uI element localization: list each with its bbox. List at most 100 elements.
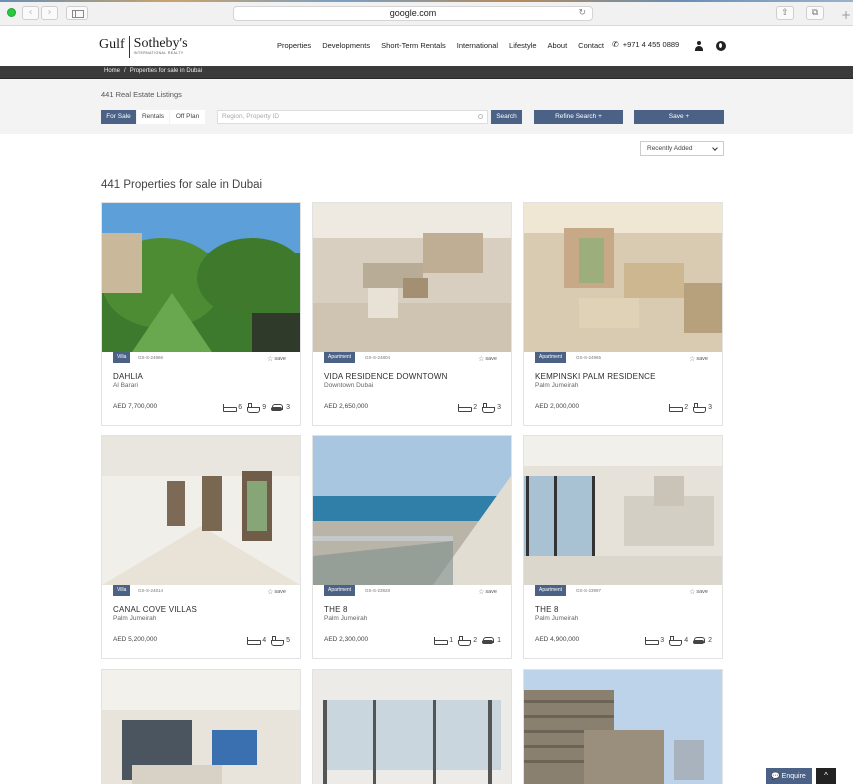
search-input[interactable]: Region, Property ID: [217, 110, 488, 124]
property-photo[interactable]: [102, 203, 300, 352]
listings-count: 441 Real Estate Listings: [101, 90, 182, 99]
parking-feature: 3: [271, 403, 290, 411]
chevron-down-icon: [712, 145, 718, 151]
listing-features: 23: [669, 403, 712, 413]
listing-card-partial[interactable]: [523, 669, 723, 784]
listing-features: 3 4 2: [645, 636, 712, 646]
nav-developments[interactable]: Developments: [322, 41, 370, 50]
sort-selected: Recently Added: [647, 145, 693, 152]
nav-about[interactable]: About: [548, 41, 568, 50]
listing-title[interactable]: CANAL COVE VILLAS: [113, 605, 197, 614]
baths-count: 3: [708, 403, 712, 411]
logo[interactable]: Gulf Sotheby's INTERNATIONAL REALTY: [99, 36, 188, 58]
nav-contact[interactable]: Contact: [578, 41, 604, 50]
beds-feature: 2: [669, 403, 688, 412]
user-icon[interactable]: [694, 41, 704, 51]
tab-rentals[interactable]: Rentals: [137, 110, 169, 124]
listing-location: Palm Jumeirah: [535, 615, 579, 622]
back-to-top-button[interactable]: ^: [816, 768, 836, 784]
listing-title[interactable]: DAHLIA: [113, 372, 143, 381]
property-type-badge: Apartment: [324, 585, 356, 596]
phone-icon: ✆: [612, 40, 619, 49]
nav-lifestyle[interactable]: Lifestyle: [509, 41, 537, 50]
beds-count: 4: [262, 636, 267, 644]
listing-card-partial[interactable]: [101, 669, 301, 784]
refine-search-button[interactable]: Refine Search +: [534, 110, 623, 124]
listing-title[interactable]: THE 8: [324, 605, 348, 614]
save-listing-button[interactable]: ☆ save: [267, 588, 286, 596]
property-photo[interactable]: [313, 436, 511, 585]
address-bar[interactable]: google.com ↻: [233, 6, 593, 21]
listing-title[interactable]: VIDA RESIDENCE DOWNTOWN: [324, 372, 448, 381]
parking-feature: 1: [482, 636, 501, 644]
tab-for-sale[interactable]: For Sale: [101, 110, 136, 124]
new-tab-icon[interactable]: +: [841, 8, 851, 22]
window-dot-icon[interactable]: [7, 8, 16, 17]
listing-price: AED 5,200,000: [113, 636, 158, 643]
tab-off-plan[interactable]: Off Plan: [170, 110, 205, 124]
chat-icon: 💬: [771, 772, 780, 780]
baths-count: 3: [497, 403, 501, 411]
listing-card-partial[interactable]: [312, 669, 512, 784]
listing-price: AED 2,300,000: [324, 636, 369, 643]
breadcrumb-home[interactable]: Home: [104, 68, 120, 74]
listing-features: 6 9 3: [223, 403, 290, 413]
sort-select[interactable]: Recently Added: [640, 141, 724, 156]
forward-button[interactable]: ›: [41, 6, 58, 20]
car-icon: [693, 636, 706, 644]
breadcrumb-current: Properties for sale in Dubai: [129, 68, 203, 74]
property-photo[interactable]: [313, 203, 511, 352]
beds-feature: 4: [247, 636, 267, 645]
url-text: google.com: [389, 8, 437, 18]
star-icon: ☆: [478, 588, 485, 596]
listing-title[interactable]: THE 8: [535, 605, 559, 614]
refine-search-label: Refine Search: [555, 113, 597, 120]
property-photo: [524, 670, 722, 784]
reload-icon[interactable]: ↻: [578, 7, 586, 20]
save-listing-button[interactable]: ☆ save: [478, 355, 497, 363]
listing-card[interactable]: Villa GS-S-24966 ☆ save DAHLIA Al Barari …: [101, 202, 301, 426]
beds-feature: 1: [434, 636, 453, 645]
listing-card[interactable]: Apartment GS-S-24965 ☆ save KEMPINSKI PAL…: [523, 202, 723, 426]
save-listing-button[interactable]: ☆ save: [689, 588, 708, 596]
baths-count: 5: [286, 636, 290, 644]
share-icon[interactable]: ⇧: [776, 6, 794, 20]
save-label: save: [485, 589, 497, 595]
listing-card[interactable]: Apartment GS-S-23928 ☆ save THE 8 Palm Ju…: [312, 435, 512, 659]
nav-properties[interactable]: Properties: [277, 41, 311, 50]
bath-icon: [247, 403, 261, 413]
save-label: save: [696, 356, 708, 362]
property-photo[interactable]: [524, 436, 722, 585]
sidebar-toggle-icon[interactable]: [66, 6, 88, 20]
save-listing-button[interactable]: ☆ save: [267, 355, 286, 363]
listing-title[interactable]: KEMPINSKI PALM RESIDENCE: [535, 372, 656, 381]
property-type-badge: Apartment: [324, 352, 356, 363]
listing-card[interactable]: Apartment GS-S-23997 ☆ save THE 8 Palm Ju…: [523, 435, 723, 659]
globe-icon[interactable]: [716, 41, 726, 51]
listing-card[interactable]: Apartment GS-S-24804 ☆ save VIDA RESIDENC…: [312, 202, 512, 426]
tabs-icon[interactable]: ⧉: [806, 6, 824, 20]
baths-feature: 5: [271, 636, 290, 646]
save-search-button[interactable]: Save +: [634, 110, 724, 124]
listing-price: AED 7,700,000: [113, 403, 158, 410]
save-listing-button[interactable]: ☆ save: [689, 355, 708, 363]
enquire-label: Enquire: [781, 773, 806, 780]
listing-price: AED 2,650,000: [324, 403, 369, 410]
star-icon: ☆: [689, 588, 696, 596]
nav-international[interactable]: International: [457, 41, 498, 50]
nav-short-term-rentals[interactable]: Short-Term Rentals: [381, 41, 446, 50]
phone-link[interactable]: ✆ +971 4 455 0889: [612, 40, 679, 49]
listing-card[interactable]: Villa GS-S-24814 ☆ save CANAL COVE VILLAS…: [101, 435, 301, 659]
search-button[interactable]: Search: [491, 110, 522, 124]
car-icon: [482, 636, 495, 644]
star-icon: ☆: [267, 355, 274, 363]
back-button[interactable]: ‹: [22, 6, 39, 20]
property-photo[interactable]: [524, 203, 722, 352]
property-photo[interactable]: [102, 436, 300, 585]
save-listing-button[interactable]: ☆ save: [478, 588, 497, 596]
bath-icon: [482, 403, 496, 413]
beds-feature: 3: [645, 636, 664, 645]
listing-features: 45: [247, 636, 290, 646]
page-title: 441 Properties for sale in Dubai: [101, 179, 263, 191]
enquire-button[interactable]: 💬 Enquire: [766, 768, 812, 784]
